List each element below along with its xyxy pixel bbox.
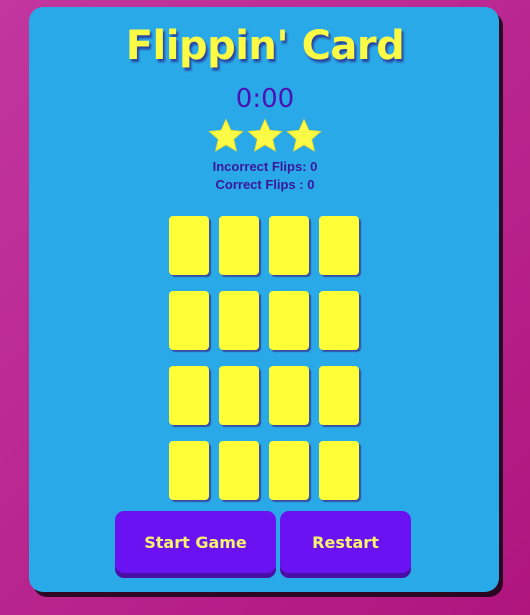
card[interactable]: [319, 216, 359, 275]
star-icon: [247, 118, 283, 152]
card[interactable]: [319, 441, 359, 500]
card[interactable]: [269, 441, 309, 500]
card[interactable]: [219, 291, 259, 350]
card[interactable]: [319, 366, 359, 425]
correct-flips-stat: Correct Flips : 0: [0, 176, 530, 194]
card-grid: [169, 216, 359, 500]
start-game-button[interactable]: Start Game: [115, 511, 276, 573]
card[interactable]: [219, 441, 259, 500]
incorrect-flips-stat: Incorrect Flips: 0: [0, 158, 530, 176]
card[interactable]: [269, 291, 309, 350]
incorrect-flips-value: 0: [310, 159, 318, 174]
card[interactable]: [169, 216, 209, 275]
incorrect-flips-label: Incorrect Flips:: [212, 159, 307, 174]
correct-flips-label: Correct Flips :: [215, 177, 304, 192]
card[interactable]: [169, 291, 209, 350]
correct-flips-value: 0: [307, 177, 315, 192]
star-icon: [208, 118, 244, 152]
card[interactable]: [219, 366, 259, 425]
card[interactable]: [269, 216, 309, 275]
game-title: Flippin' Card: [125, 23, 405, 69]
card[interactable]: [269, 366, 309, 425]
card[interactable]: [219, 216, 259, 275]
restart-button[interactable]: Restart: [280, 511, 411, 573]
star-rating: [207, 117, 323, 157]
star-icon: [286, 118, 322, 152]
card[interactable]: [169, 366, 209, 425]
timer-display: 0:00: [235, 84, 295, 114]
card[interactable]: [169, 441, 209, 500]
card[interactable]: [319, 291, 359, 350]
